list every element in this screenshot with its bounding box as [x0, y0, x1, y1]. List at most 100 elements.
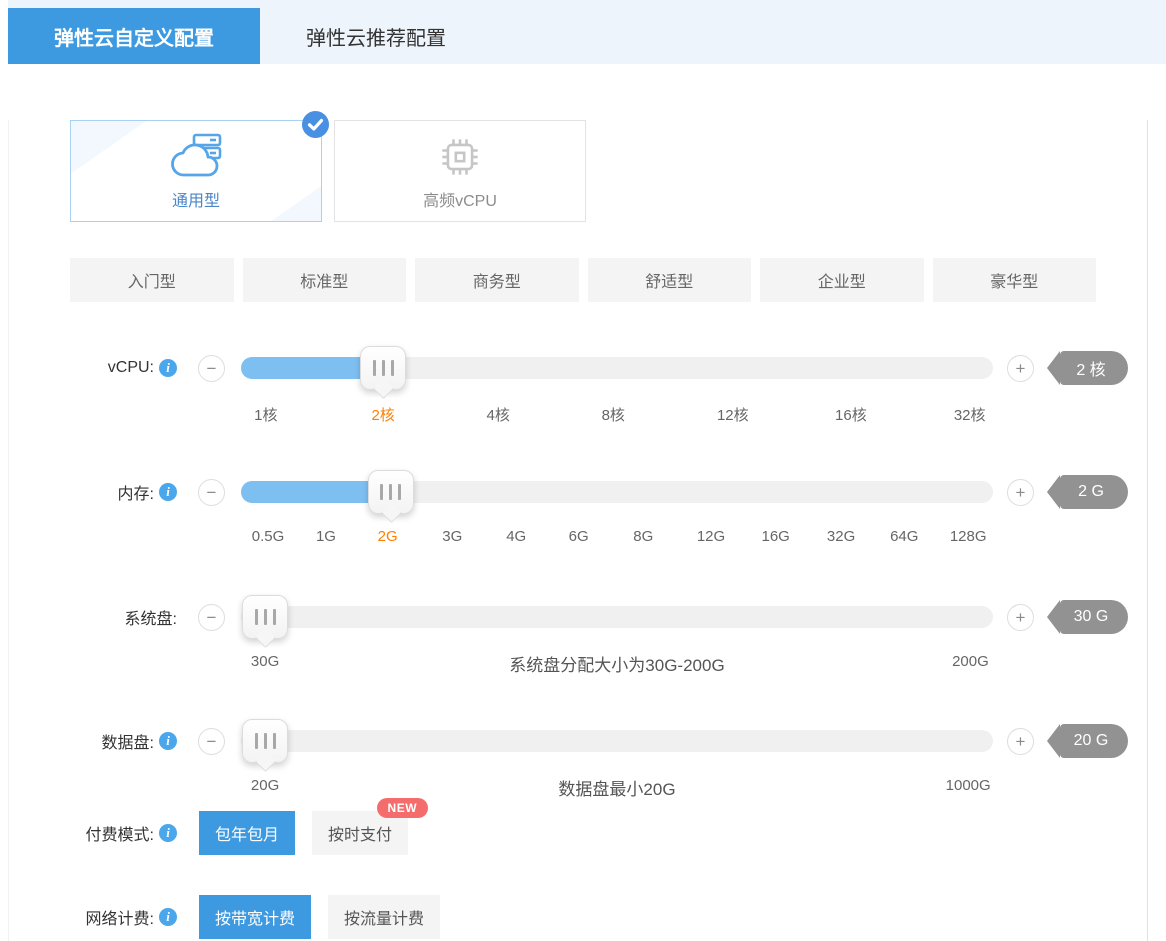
vcpu-label: vCPU:: [107, 359, 154, 376]
card-high-freq-vcpu[interactable]: 高频vCPU: [334, 120, 586, 222]
data-disk-max-label: 1000G: [945, 777, 991, 794]
data-disk-minus-button[interactable]: −: [198, 727, 225, 755]
grip-icon: [390, 360, 394, 376]
billing-by-bandwidth-button[interactable]: 按带宽计费: [199, 895, 312, 939]
card-general-type[interactable]: 通用型: [70, 111, 329, 222]
new-badge: NEW: [376, 798, 429, 818]
system-disk-label-group: 系统盘:: [70, 605, 177, 629]
vcpu-info-icon[interactable]: i: [159, 359, 177, 377]
grip-icon: [380, 484, 384, 500]
memory-minus-button[interactable]: −: [198, 478, 225, 506]
memory-tick: 1G: [315, 528, 336, 545]
system-disk-slider-handle[interactable]: [242, 595, 289, 639]
memory-tick: 3G: [442, 528, 463, 545]
vcpu-tick: 1核: [254, 407, 278, 424]
tier-comfort[interactable]: 舒适型: [587, 258, 751, 302]
vcpu-slider-row: vCPU: i − + 2 核 1核 2核 4核 8核 12核 16核 32核: [70, 346, 1147, 428]
memory-tick: 8G: [633, 528, 654, 545]
memory-slider-handle[interactable]: [367, 470, 414, 514]
vcpu-value-badge: 2 核: [1047, 351, 1128, 385]
data-disk-labels: 20G 数据盘最小20G 1000G: [241, 777, 993, 801]
memory-tick: 12G: [696, 528, 726, 545]
system-disk-value-badge: 30 G: [1047, 600, 1128, 634]
data-disk-info-icon[interactable]: i: [159, 732, 177, 750]
system-disk-labels: 30G 系统盘分配大小为30G-200G 200G: [241, 653, 993, 677]
selected-check-icon: [302, 111, 329, 138]
vcpu-plus-button[interactable]: +: [1007, 354, 1034, 382]
memory-slider: [241, 470, 993, 514]
memory-label-group: 内存: i: [70, 480, 177, 504]
grip-icon: [254, 733, 258, 749]
vcpu-slider-handle[interactable]: [360, 346, 407, 390]
network-billing-label: 网络计费:: [85, 911, 154, 928]
system-disk-minus-button[interactable]: −: [198, 603, 225, 631]
vcpu-tick: 12核: [716, 407, 749, 424]
grip-icon: [381, 360, 385, 376]
memory-tick: 128G: [949, 528, 987, 545]
grip-icon: [263, 733, 267, 749]
memory-slider-track[interactable]: [241, 481, 993, 503]
vcpu-tick-active: 2核: [371, 407, 395, 424]
vcpu-tick: 16核: [835, 407, 867, 424]
data-disk-slider-track[interactable]: [241, 730, 993, 752]
data-disk-slider: [241, 719, 993, 763]
memory-tick: 64G: [890, 528, 919, 545]
memory-slider-row: 内存: i − + 2 G 0.5G 1G 2G 3G 4G 6G 8G 12G…: [70, 470, 1147, 552]
system-disk-slider-track[interactable]: [241, 606, 993, 628]
grip-icon: [272, 733, 276, 749]
payment-mode-label-group: 付费模式: i: [70, 821, 177, 845]
grip-icon: [272, 609, 276, 625]
grip-icon: [254, 609, 258, 625]
vcpu-tick: 32核: [953, 407, 986, 424]
cpu-chip-icon: [434, 131, 486, 183]
grip-icon: [389, 484, 393, 500]
tier-entry[interactable]: 入门型: [70, 258, 234, 302]
memory-tick: 4G: [506, 528, 527, 545]
system-disk-label: 系统盘:: [124, 611, 177, 628]
vcpu-minus-button[interactable]: −: [198, 354, 225, 382]
memory-tick: 0.5G: [251, 528, 285, 545]
tab-custom-config[interactable]: 弹性云自定义配置: [8, 8, 260, 64]
data-disk-slider-row: 数据盘: i − + 20 G 20G 数据盘最小20G 1000G: [70, 719, 1147, 801]
tier-standard[interactable]: 标准型: [242, 258, 406, 302]
system-disk-slider: [241, 595, 993, 639]
memory-tick: 6G: [568, 528, 589, 545]
data-disk-min-label: 20G: [250, 777, 280, 794]
memory-value-badge: 2 G: [1047, 475, 1128, 509]
memory-label: 内存:: [117, 486, 154, 503]
network-billing-label-group: 网络计费: i: [70, 905, 177, 929]
system-disk-min-label: 30G: [250, 653, 280, 670]
tab-recommended-config[interactable]: 弹性云推荐配置: [260, 8, 492, 64]
vcpu-slider-track[interactable]: [241, 357, 993, 379]
data-disk-plus-button[interactable]: +: [1007, 727, 1034, 755]
billing-by-traffic-button[interactable]: 按流量计费: [328, 895, 441, 939]
payment-hourly-button[interactable]: 按时支付 NEW: [312, 798, 429, 855]
data-disk-label-group: 数据盘: i: [70, 729, 177, 753]
network-billing-row: 网络计费: i 按带宽计费 按流量计费: [70, 895, 1147, 939]
vcpu-label-group: vCPU: i: [70, 359, 177, 377]
payment-hourly-label: 按时支付: [328, 827, 393, 844]
system-disk-max-label: 200G: [952, 653, 989, 670]
system-disk-plus-button[interactable]: +: [1007, 603, 1034, 631]
vcpu-tick: 8核: [601, 407, 625, 424]
tier-enterprise[interactable]: 企业型: [760, 258, 924, 302]
memory-tick: 32G: [826, 528, 856, 545]
memory-info-icon[interactable]: i: [159, 483, 177, 501]
data-disk-note: 数据盘最小20G: [558, 780, 676, 799]
payment-yearly-monthly-button[interactable]: 包年包月: [199, 811, 296, 855]
tier-deluxe[interactable]: 豪华型: [932, 258, 1096, 302]
payment-mode-info-icon[interactable]: i: [159, 824, 177, 842]
tab-bar: 弹性云自定义配置 弹性云推荐配置: [8, 0, 1166, 64]
grip-icon: [263, 609, 267, 625]
vcpu-tick: 4核: [486, 407, 510, 424]
payment-mode-label: 付费模式:: [85, 827, 154, 844]
tier-business[interactable]: 商务型: [415, 258, 579, 302]
memory-plus-button[interactable]: +: [1007, 478, 1034, 506]
network-billing-info-icon[interactable]: i: [159, 908, 177, 926]
data-disk-slider-handle[interactable]: [242, 719, 289, 763]
system-disk-note: 系统盘分配大小为30G-200G: [509, 656, 725, 675]
payment-mode-row: 付费模式: i 包年包月 按时支付 NEW: [70, 798, 1147, 855]
instance-type-cards: 通用型 高频vCPU: [70, 111, 1147, 222]
grip-icon: [398, 484, 402, 500]
card-general-label: 通用型: [171, 193, 220, 210]
